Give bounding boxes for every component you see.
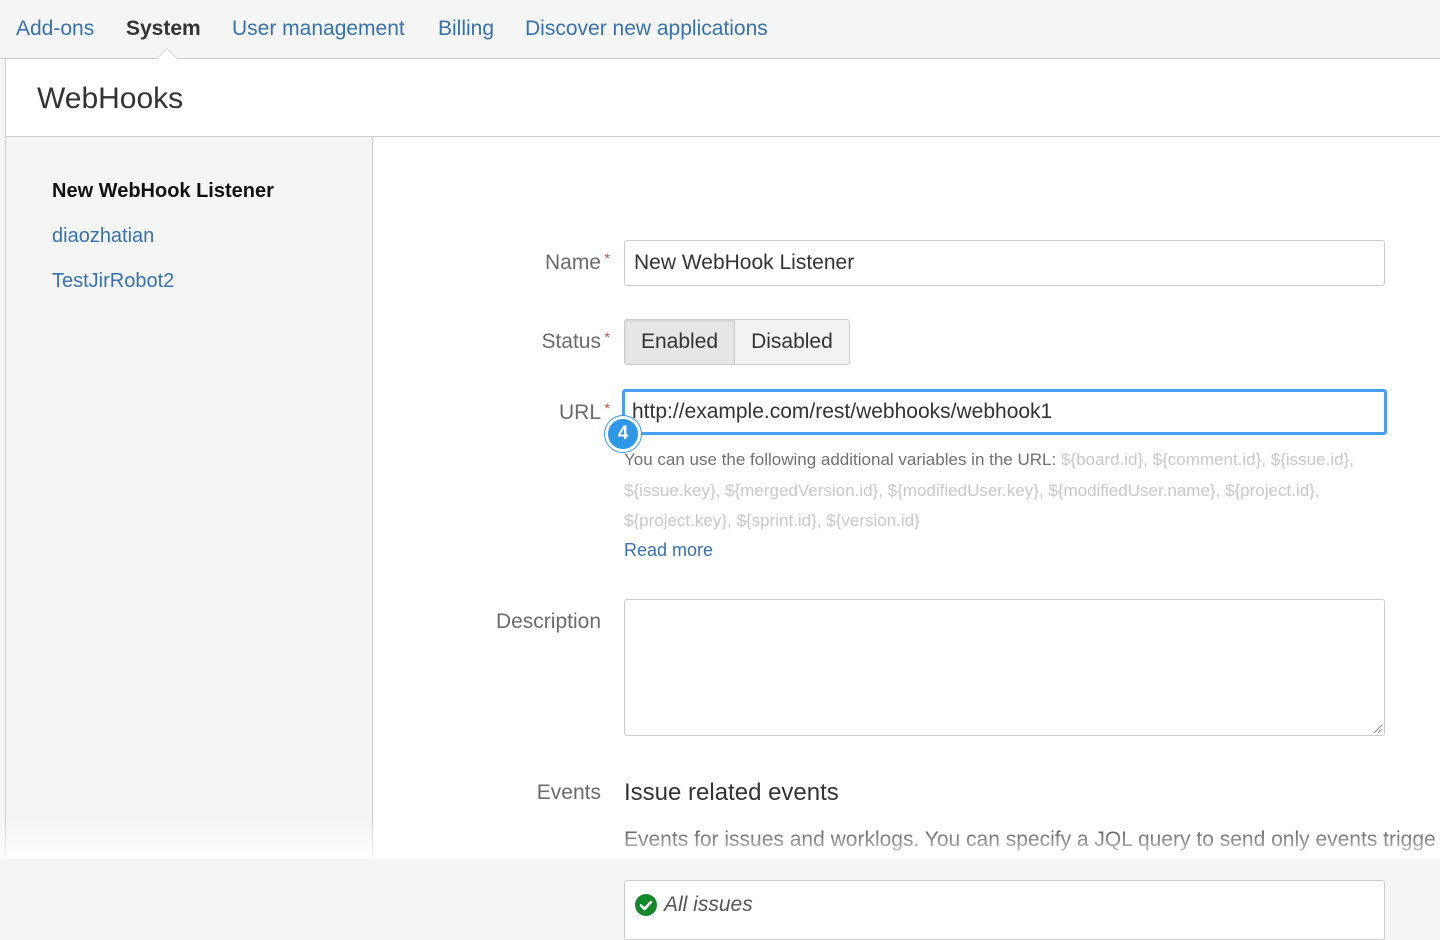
events-label: Events [536,781,601,804]
url-label-text: URL [558,401,601,424]
url-help-intro: You can use the following additional var… [624,450,1061,469]
description-textarea[interactable] [624,599,1385,736]
url-label: URL * [558,400,610,426]
page-header: WebHooks [6,59,1440,137]
resize-handle-icon[interactable] [1372,723,1382,733]
tab-billing[interactable]: Billing [438,15,494,43]
top-navigation: Add-ons System User management Billing D… [0,0,1440,59]
description-label: Description [495,610,601,633]
page-title: WebHooks [37,82,184,115]
required-marker: * [604,400,610,416]
url-help-text: You can use the following additional var… [624,445,1404,537]
read-more-link[interactable]: Read more [624,537,713,563]
name-input[interactable] [624,240,1385,286]
status-disabled-button[interactable]: Disabled [735,320,849,364]
required-marker: * [604,250,610,266]
page-panel: WebHooks New WebHook Listener diaozhatia… [5,59,1440,940]
sidebar-item-diaozhatian[interactable]: diaozhatian [52,223,154,249]
tab-discover-new-applications[interactable]: Discover new applications [525,15,768,43]
all-issues-label: All issues [664,893,753,916]
all-issues-filter[interactable]: All issues [624,880,1385,940]
events-section-title: Issue related events [624,779,839,806]
sidebar-item-new-webhook-listener[interactable]: New WebHook Listener [52,178,274,204]
url-input[interactable] [622,389,1387,435]
status-toggle: Enabled Disabled [624,319,850,365]
tab-add-ons[interactable]: Add-ons [16,15,94,43]
sidebar: New WebHook Listener diaozhatian TestJir… [6,137,373,859]
tab-system[interactable]: System [126,15,201,43]
check-circle-icon [635,894,657,916]
sidebar-item-testjirrobot2[interactable]: TestJirRobot2 [52,268,174,294]
name-label-text: Name [544,251,601,274]
webhook-form: Name* Status* Enabled Disabled URL* 4 Yo… [373,137,1440,940]
status-label-text: Status [541,330,601,353]
events-description: Events for issues and worklogs. You can … [624,828,1436,851]
required-marker: * [604,329,610,345]
tab-user-management[interactable]: User management [232,15,405,43]
name-label: Name * [544,250,610,276]
status-label: Status * [541,329,610,355]
active-tab-caret [156,48,178,59]
status-enabled-button[interactable]: Enabled [625,320,736,364]
